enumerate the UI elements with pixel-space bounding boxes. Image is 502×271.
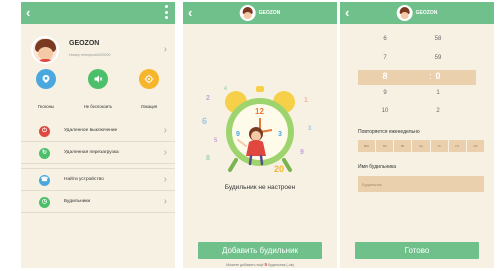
hint-count: 5	[264, 262, 268, 267]
header-title-text: GEOZON	[258, 10, 281, 16]
day-toggle-thu[interactable]: Чт	[430, 140, 448, 152]
svg-text:3: 3	[308, 126, 312, 132]
minute-option[interactable]: 1	[423, 90, 453, 96]
geofence-icon	[36, 69, 56, 89]
back-arrow-icon[interactable]: ‹	[188, 5, 192, 21]
day-toggle-fri[interactable]: Пт	[448, 140, 466, 152]
svg-text:4: 4	[224, 86, 227, 92]
minute-option[interactable]: 58	[423, 36, 453, 42]
svg-text:12: 12	[255, 107, 264, 116]
more-options-icon[interactable]	[165, 5, 169, 19]
quick-actions: Геозоны Не беспокоить Локация	[21, 69, 175, 115]
svg-text:1: 1	[304, 97, 308, 104]
alarm-edit-screen: ‹ GEOZON 6 58 7 59 8 : 0 9 1 10 2 Повтор…	[340, 2, 494, 268]
day-toggle-sat[interactable]: Сб	[466, 140, 484, 152]
alarm-name-input[interactable]	[358, 176, 484, 192]
location-label: Локация	[140, 104, 158, 109]
avatar	[396, 5, 413, 21]
svg-text:6: 6	[202, 116, 207, 126]
header-title: GEOZON	[396, 5, 438, 21]
top-bar: ‹ GEOZON	[340, 2, 494, 24]
chevron-right-icon: ›	[163, 147, 167, 158]
geofence-label: Геозоны	[37, 104, 55, 109]
back-arrow-icon[interactable]: ‹	[345, 5, 349, 21]
location-icon	[139, 69, 159, 89]
hint-suffix: будильник (-ов)	[268, 263, 294, 267]
add-alarm-button[interactable]: Добавить будильник	[198, 242, 322, 259]
svg-text:9: 9	[236, 131, 240, 138]
chevron-right-icon: ›	[163, 125, 167, 136]
done-button[interactable]: Готово	[355, 242, 479, 259]
chevron-right-icon: ›	[163, 174, 167, 185]
picker-row: 7 59	[340, 55, 494, 67]
svg-text:3: 3	[278, 131, 282, 138]
minute-option[interactable]: 59	[423, 55, 453, 61]
mute-speaker-icon	[88, 69, 108, 89]
device-menu-list: ⏻ Удаленное выключение › ↻ Удаленная пер…	[21, 120, 175, 213]
back-arrow-icon[interactable]: ‹	[26, 5, 30, 21]
menu-item-label: Будильники	[64, 199, 91, 204]
repeat-label: Повторяется еженедельно	[358, 129, 420, 135]
chevron-right-icon: ›	[163, 44, 167, 55]
find-device-icon: ☎	[39, 175, 50, 186]
hint-prefix: Можете добавить ещё	[226, 263, 264, 267]
hour-option[interactable]: 6	[370, 36, 400, 42]
day-toggle-wed[interactable]: Ср	[412, 140, 430, 152]
svg-text:9: 9	[300, 149, 304, 156]
profile-phone: Номер телефона0000000	[69, 53, 111, 57]
selected-hour[interactable]: 8	[370, 71, 400, 81]
device-menu-screen: ‹ GEOZON Номер телефона0000000 › Геозоны…	[21, 2, 175, 268]
hour-option[interactable]: 9	[370, 90, 400, 96]
do-not-disturb-button[interactable]: Не беспокоить	[76, 69, 120, 109]
svg-text:8: 8	[206, 155, 210, 162]
day-toggle-mon[interactable]: Пн	[376, 140, 394, 152]
header-title: GEOZON	[239, 5, 281, 21]
svg-text:20: 20	[274, 164, 284, 174]
day-toggle-sun[interactable]: Вск	[358, 140, 376, 152]
avatar	[31, 36, 59, 64]
picker-selected-row: 8 : 0	[358, 70, 476, 85]
empty-state-text: Будильник не настроен	[224, 184, 296, 191]
menu-item-alarms[interactable]: ◷ Будильники ›	[21, 191, 175, 213]
menu-item-label: Удаленная перезагрузка	[64, 150, 119, 155]
menu-item-remote-restart[interactable]: ↻ Удаленная перезагрузка ›	[21, 142, 175, 164]
avatar	[239, 5, 256, 21]
svg-text:2: 2	[206, 95, 210, 102]
chevron-right-icon: ›	[163, 196, 167, 207]
picker-row: 6 58	[340, 36, 494, 48]
alarm-icon: ◷	[39, 197, 50, 208]
location-button[interactable]: Локация	[127, 69, 171, 109]
do-not-disturb-label: Не беспокоить	[83, 104, 113, 109]
add-limit-hint: Можете добавить ещё 5 будильник (-ов)	[183, 262, 337, 267]
minute-option[interactable]: 2	[423, 108, 453, 114]
hour-option[interactable]: 10	[370, 108, 400, 114]
menu-item-label: Найти устройство	[64, 177, 104, 182]
geofence-button[interactable]: Геозоны	[24, 69, 68, 109]
time-picker[interactable]: 6 58 7 59 8 : 0 9 1 10 2	[340, 30, 494, 120]
top-bar: ‹ GEOZON	[183, 2, 337, 24]
profile-row[interactable]: GEOZON Номер телефона0000000 ›	[21, 36, 175, 66]
svg-text:5: 5	[214, 138, 218, 144]
menu-item-find-device[interactable]: ☎ Найти устройство ›	[21, 169, 175, 191]
weekday-selector: Вск Пн Вт Ср Чт Пт Сб	[358, 140, 484, 152]
selected-minute[interactable]: 0	[423, 71, 453, 81]
day-toggle-tue[interactable]: Вт	[394, 140, 412, 152]
profile-name: GEOZON	[69, 40, 100, 47]
hour-option[interactable]: 7	[370, 55, 400, 61]
top-bar: ‹	[21, 2, 175, 24]
header-title-text: GEOZON	[415, 10, 438, 16]
alarms-empty-screen: ‹ GEOZON 2 6 5 8 1 3 9 4 12 3 9 20 Будил…	[183, 2, 337, 268]
menu-item-remote-shutdown[interactable]: ⏻ Удаленное выключение ›	[21, 120, 175, 142]
restart-icon: ↻	[39, 148, 50, 159]
picker-row: 9 1	[340, 90, 494, 102]
power-icon: ⏻	[39, 126, 50, 137]
alarm-clock-illustration: 2 6 5 8 1 3 9 4 12 3 6 9	[200, 72, 320, 182]
menu-item-label: Удаленное выключение	[64, 128, 118, 133]
alarm-name-label: Имя будильника	[358, 164, 397, 170]
picker-row: 10 2	[340, 108, 494, 120]
